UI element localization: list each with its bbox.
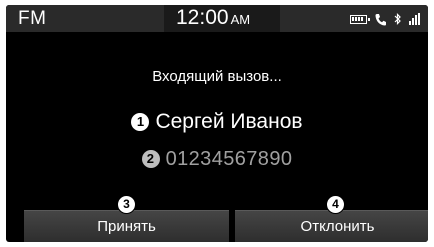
caller-row: 1 Сергей Иванов xyxy=(6,110,428,134)
signal-icon xyxy=(409,13,420,25)
phone-icon xyxy=(375,13,386,25)
clock-time: 12:00 xyxy=(176,6,229,29)
number-marker: 2 xyxy=(141,150,160,168)
decline-marker: 4 xyxy=(326,195,345,214)
clock: 12:00 AM xyxy=(176,6,250,30)
clock-ampm: AM xyxy=(230,12,251,27)
accept-marker: 3 xyxy=(117,195,136,214)
bluetooth-icon xyxy=(394,13,401,25)
call-status: Входящий вызов... xyxy=(152,68,282,85)
accept-button[interactable]: Принять xyxy=(24,210,229,242)
caller-name: Сергей Иванов xyxy=(155,110,303,133)
status-bar: FM 12:00 AM xyxy=(6,5,428,32)
number-row: 2 01234567890 xyxy=(6,148,428,171)
decline-button[interactable]: Отклонить xyxy=(235,210,428,242)
caller-number: 01234567890 xyxy=(165,148,293,170)
battery-icon xyxy=(350,14,370,24)
source-label: FM xyxy=(18,8,47,29)
incoming-call-screen: FM 12:00 AM Входящий вызов... 1 Сергей Ива… xyxy=(6,5,428,242)
status-icons xyxy=(350,12,420,26)
caller-marker: 1 xyxy=(131,113,150,131)
